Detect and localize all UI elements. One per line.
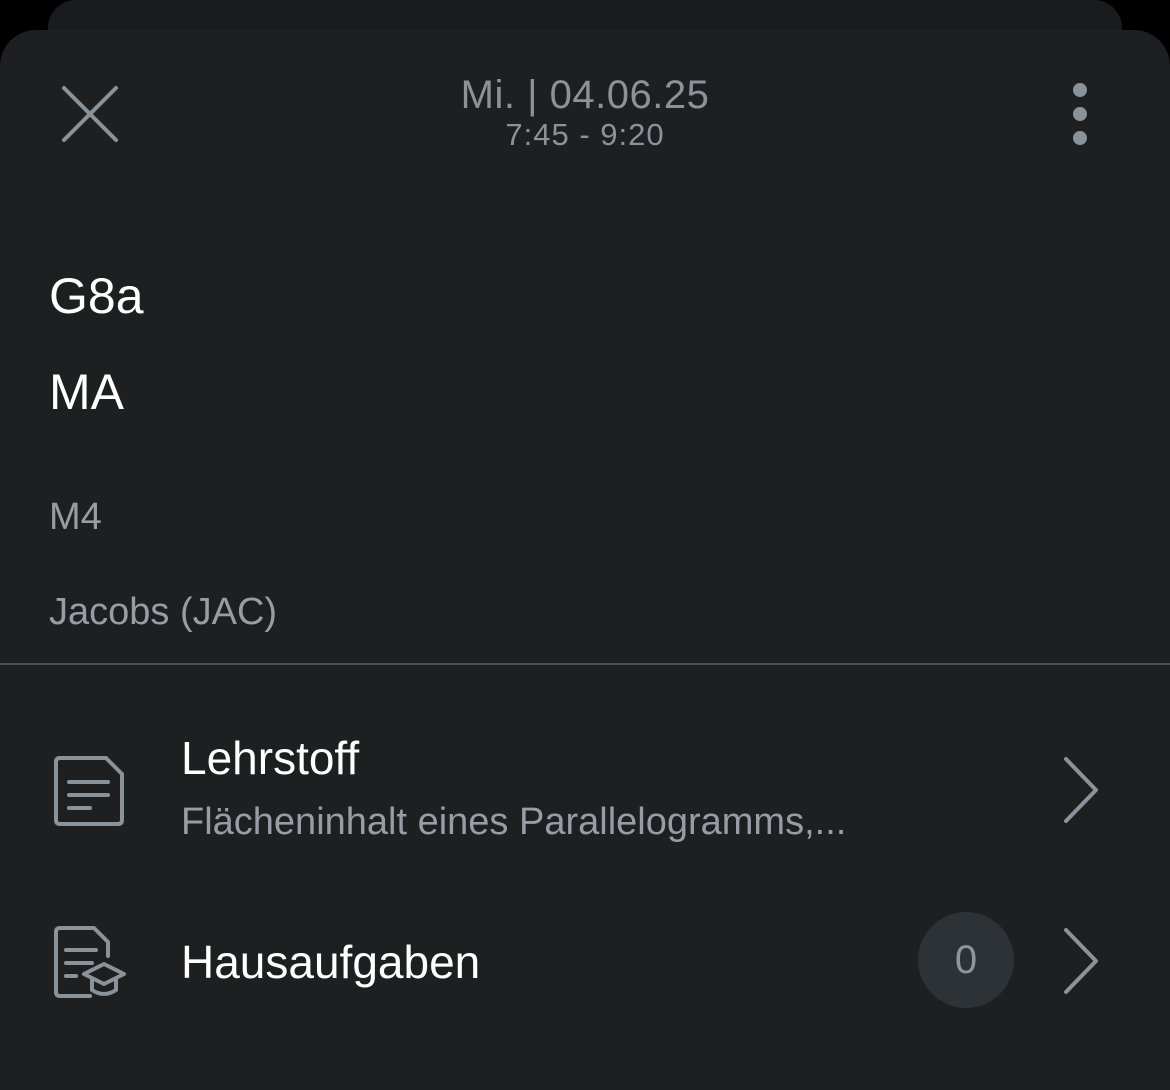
lesson-date: Mi. | 04.06.25 (460, 73, 710, 117)
chevron-right-icon (1064, 757, 1098, 823)
room-label: M4 (49, 496, 102, 538)
class-name: G8a (49, 268, 144, 324)
chevron-right-icon (1064, 928, 1098, 994)
subject-name: MA (49, 364, 124, 420)
lesson-time: 7:45 - 9:20 (505, 117, 665, 152)
lehrstoff-title: Lehrstoff (181, 732, 360, 784)
lehrstoff-subtitle: Flächeninhalt eines Parallelogramms,... (181, 801, 847, 843)
lesson-header: Mi. | 04.06.25 7:45 - 9:20 (285, 70, 885, 154)
teacher-label: Jacobs (JAC) (49, 591, 278, 633)
more-options-button[interactable] (1050, 76, 1110, 152)
homework-count-badge: 0 (918, 912, 1014, 1008)
document-icon (54, 756, 124, 826)
hausaufgaben-title: Hausaufgaben (181, 936, 481, 988)
divider (0, 663, 1170, 665)
close-button[interactable] (52, 76, 128, 152)
lehrstoff-row[interactable]: Lehrstoff Flächeninhalt eines Parallelog… (0, 720, 1170, 860)
more-vertical-icon (1073, 83, 1087, 145)
homework-icon (54, 926, 126, 998)
hausaufgaben-row[interactable]: Hausaufgaben 0 (0, 898, 1170, 1028)
close-icon (62, 86, 118, 142)
lesson-detail-sheet: Mi. | 04.06.25 7:45 - 9:20 G8a MA M4 Jac… (0, 30, 1170, 1090)
